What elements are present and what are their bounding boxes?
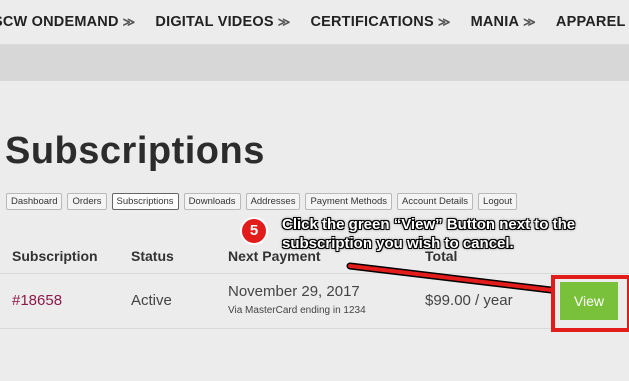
account-navigation: Dashboard Orders Subscriptions Downloads… [6,193,518,210]
table-row-divider [0,328,629,329]
account-nav-downloads[interactable]: Downloads [183,193,241,210]
view-subscription-button[interactable]: View [560,282,618,320]
step-number-badge: 5 [240,217,268,245]
nav-item-mania[interactable]: MANIA ≫ [471,14,536,30]
page-title: Subscriptions [5,130,265,172]
top-navigation: SCW ONDEMAND ≫ DIGITAL VIDEOS ≫ CERTIFICAT… [0,0,629,45]
account-nav-account-details[interactable]: Account Details [397,193,474,210]
nav-item-certifications[interactable]: CERTIFICATIONS ≫ [310,14,450,30]
subscription-total: $99.00 / year [425,292,513,309]
account-nav-addresses[interactable]: Addresses [245,193,301,210]
chevron-down-icon: ≫ [523,15,536,29]
nav-item-scw-ondemand[interactable]: SCW ONDEMAND ≫ [0,14,135,30]
chevron-down-icon: ≫ [122,15,136,29]
chevron-down-icon: ≫ [437,15,451,29]
payment-method-note: Via MasterCard ending in 1234 [228,305,366,316]
account-nav-logout[interactable]: Logout [478,193,518,210]
subscription-id-link[interactable]: #18658 [12,292,62,309]
next-payment-date: November 29, 2017 [228,283,360,300]
account-nav-payment-methods[interactable]: Payment Methods [305,193,393,210]
account-nav-dashboard[interactable]: Dashboard [6,193,63,210]
column-header-status: Status [131,248,174,264]
nav-item-apparel[interactable]: APPAREL [556,14,626,30]
nav-item-digital-videos[interactable]: DIGITAL VIDEOS ≫ [155,14,290,30]
account-nav-orders[interactable]: Orders [67,193,107,210]
instruction-callout: Click the green “View” Button next to th… [282,216,576,252]
chevron-down-icon: ≫ [277,15,291,29]
column-header-subscription: Subscription [12,248,98,264]
account-nav-subscriptions[interactable]: Subscriptions [111,193,179,210]
table-header-divider [0,273,629,274]
subscription-status: Active [131,292,172,309]
header-stripe [0,45,629,81]
